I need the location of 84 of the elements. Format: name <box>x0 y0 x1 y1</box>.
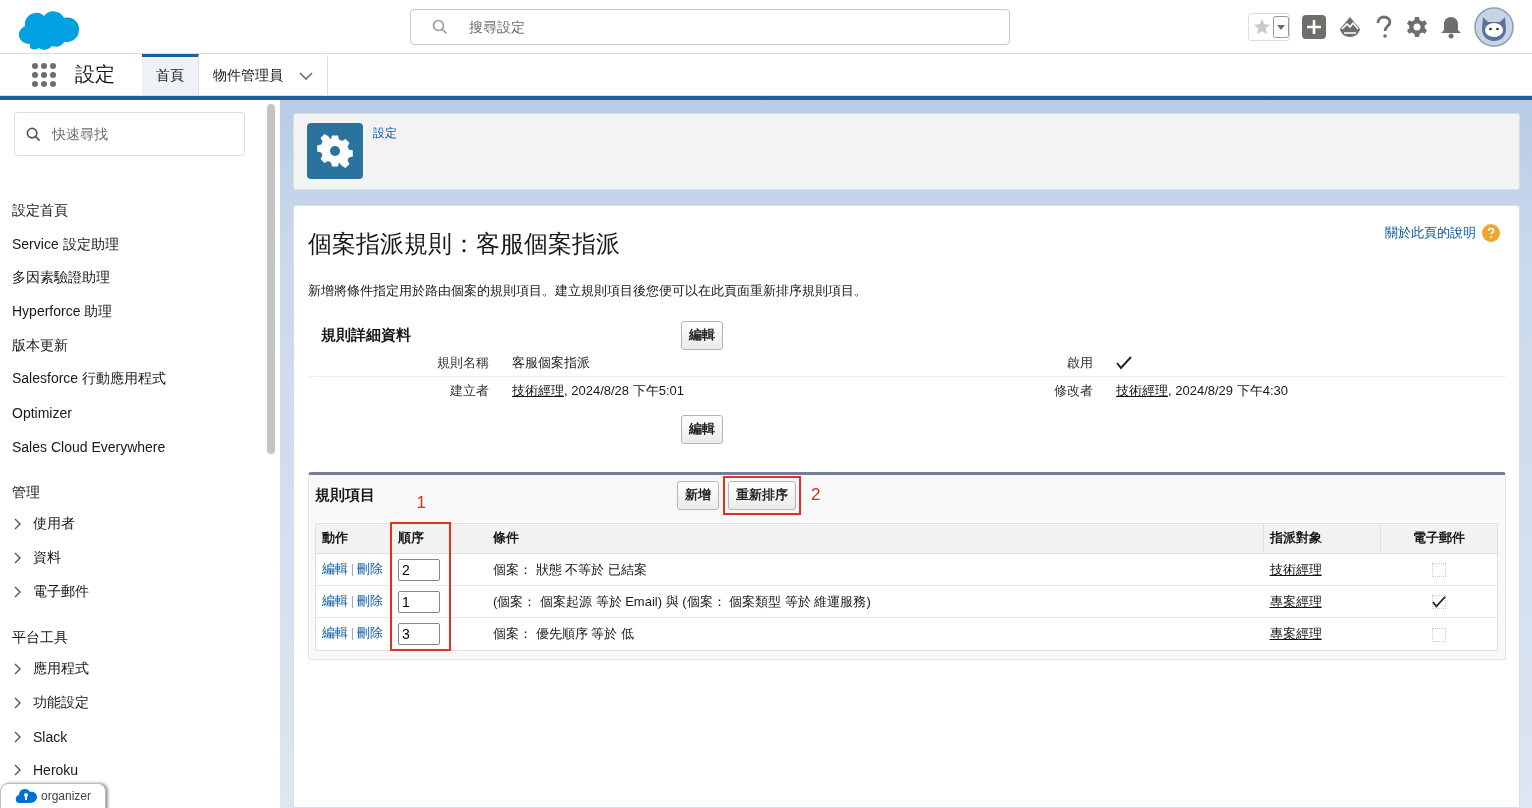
field-label: 規則名稱 <box>436 354 490 372</box>
chevron-right-icon[interactable] <box>12 518 22 531</box>
sidebar-item[interactable]: 電子郵件 <box>12 574 245 609</box>
delete-link[interactable]: 刪除 <box>357 594 383 608</box>
sidebar-item[interactable]: Slack <box>12 719 245 754</box>
user-link[interactable]: 技術經理 <box>1269 561 1322 577</box>
section-title: 規則詳細資料 <box>321 325 412 345</box>
sidebar-item[interactable]: 多因素驗證助理 <box>12 261 245 296</box>
caret-down-icon[interactable] <box>1273 15 1289 38</box>
chevron-right-icon[interactable] <box>12 730 22 743</box>
annotation-number: 1 <box>416 493 426 513</box>
column-header: 順序 <box>391 523 450 554</box>
table-cell: 個案： 狀態 不等於 已結案 <box>450 553 1264 586</box>
column-header: 指派對象 <box>1263 523 1381 554</box>
field-value: 客服個案指派 <box>512 354 590 372</box>
app-title: 設定 <box>75 62 115 87</box>
scrollbar[interactable] <box>267 104 275 454</box>
sidebar-item[interactable]: Optimizer <box>12 396 245 430</box>
delete-link[interactable]: 刪除 <box>357 626 383 641</box>
breadcrumb-link[interactable]: 設定 <box>373 125 397 142</box>
gear-icon[interactable] <box>307 123 363 179</box>
bell-icon[interactable] <box>1440 14 1462 39</box>
settings-icon[interactable] <box>1406 15 1428 38</box>
new-button[interactable]: 新增 <box>677 480 719 510</box>
user-link[interactable]: 專案經理 <box>1269 625 1322 641</box>
reorder-button[interactable]: 重新排序 <box>728 480 796 510</box>
user-link[interactable]: 專案經理 <box>1269 593 1322 609</box>
chevron-right-icon[interactable] <box>12 697 22 710</box>
organizer-button[interactable]: organizer <box>0 783 107 808</box>
sidebar-item[interactable]: Salesforce 行動應用程式 <box>12 362 245 397</box>
order-input[interactable]: 1 <box>398 590 440 613</box>
edit-button[interactable]: 編輯 <box>681 415 723 444</box>
column-header: 條件 <box>450 523 1264 554</box>
edit-link[interactable]: 編輯 <box>322 626 348 641</box>
nav-tab[interactable]: 物件管理員 <box>199 54 328 95</box>
edit-link[interactable]: 編輯 <box>322 594 348 608</box>
page-title: 個案指派規則：客服個案指派 <box>308 229 620 259</box>
delete-link[interactable]: 刪除 <box>357 562 383 576</box>
edit-button[interactable]: 編輯 <box>681 320 723 350</box>
field-value: , 2024/8/29 下午4:30 <box>1168 382 1288 400</box>
chevron-right-icon[interactable] <box>12 764 22 777</box>
sidebar-item[interactable]: 功能設定 <box>12 686 245 720</box>
chevron-right-icon[interactable] <box>12 552 22 565</box>
chevron-right-icon[interactable] <box>12 585 22 598</box>
order-input[interactable]: 3 <box>398 622 440 645</box>
cloud-keyhole-icon[interactable] <box>15 788 37 804</box>
quick-find-field[interactable]: 快速尋找 <box>14 112 245 156</box>
help-link[interactable]: 關於此頁的說明 <box>1385 224 1500 242</box>
search-field[interactable]: 搜尋設定 <box>410 8 1010 45</box>
sidebar-item[interactable]: 資料 <box>12 541 245 575</box>
user-link[interactable]: 技術經理 <box>1116 382 1168 400</box>
field-label: 修改者 <box>1053 382 1094 400</box>
app-launcher-icon[interactable] <box>31 61 57 88</box>
sidebar-item[interactable]: 使用者 <box>12 507 245 542</box>
sidebar-item[interactable]: 版本更新 <box>12 328 245 363</box>
chevron-down-icon[interactable] <box>299 71 313 81</box>
sidebar-item[interactable]: Sales Cloud Everywhere <box>12 429 245 464</box>
help-icon[interactable] <box>1374 14 1394 39</box>
avatar-icon[interactable] <box>1474 6 1514 47</box>
table-cell: 個案： 優先順序 等於 低 <box>450 617 1264 650</box>
page-description: 新增將條件指定用於路由個案的規則項目。建立規則項目後您便可以在此頁面重新排序規則項目。 <box>308 282 868 300</box>
annotation-number: 2 <box>811 485 821 505</box>
chevron-right-icon[interactable] <box>12 663 22 676</box>
field-label: 建立者 <box>449 382 490 400</box>
plus-icon[interactable] <box>1302 14 1326 39</box>
field-value: , 2024/8/28 下午5:01 <box>564 382 684 400</box>
column-header: 動作 <box>315 523 391 554</box>
column-header: 電子郵件 <box>1380 523 1498 554</box>
user-link[interactable]: 技術經理 <box>512 382 564 400</box>
edit-link[interactable]: 編輯 <box>322 562 348 576</box>
sidebar-section-title: 管理 <box>12 482 41 502</box>
table-cell: (個案： 個案起源 等於 Email) 與 (個案： 個案類型 等於 維運服務) <box>450 585 1264 618</box>
sidebar-item[interactable]: Service 設定助理 <box>12 227 245 262</box>
field-label: 啟用 <box>1066 354 1094 372</box>
favorites-button[interactable] <box>1248 12 1290 41</box>
sidebar-item[interactable]: 應用程式 <box>12 652 245 687</box>
sidebar-item[interactable]: Hyperforce 助理 <box>12 295 245 329</box>
order-input[interactable]: 2 <box>398 558 440 581</box>
section-title: 規則項目 <box>315 485 375 505</box>
sidebar-section-title: 平台工具 <box>12 627 69 647</box>
search-icon[interactable] <box>26 127 41 142</box>
star-icon[interactable] <box>1253 17 1271 36</box>
sidebar-item[interactable]: 設定首頁 <box>12 194 245 228</box>
nav-tab[interactable]: 首頁 <box>142 54 199 95</box>
